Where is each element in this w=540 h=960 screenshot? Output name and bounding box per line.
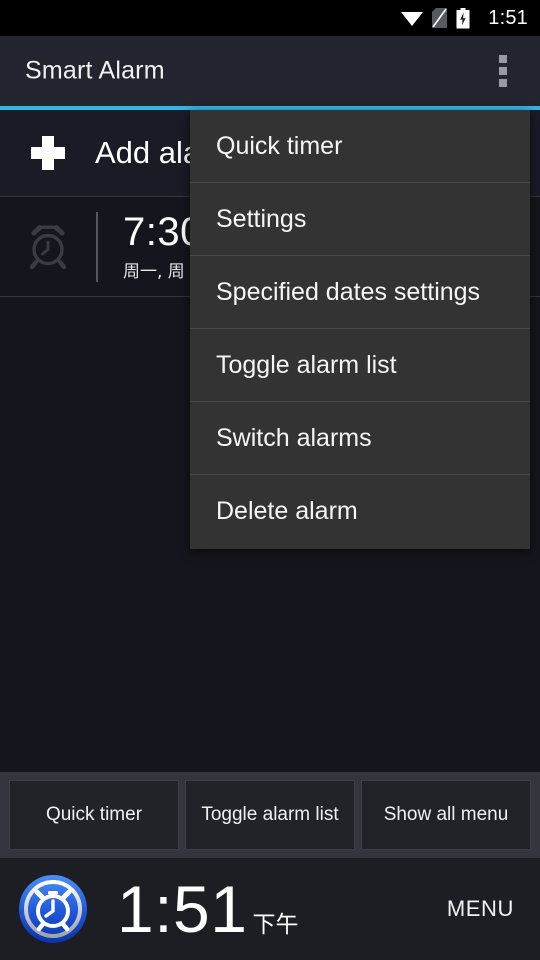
menu-item-toggle-alarm-list[interactable]: Toggle alarm list xyxy=(190,329,530,402)
menu-item-delete-alarm[interactable]: Delete alarm xyxy=(190,475,530,548)
no-sim-icon xyxy=(432,8,448,28)
quick-timer-button[interactable]: Quick timer xyxy=(9,780,179,850)
toggle-alarm-list-button[interactable]: Toggle alarm list xyxy=(185,780,355,850)
status-bar: 1:51 xyxy=(0,0,540,36)
menu-item-settings[interactable]: Settings xyxy=(190,183,530,256)
alarm-row-divider xyxy=(96,211,98,282)
menu-button[interactable]: MENU xyxy=(447,896,514,922)
wifi-icon xyxy=(401,10,424,26)
action-button-bar: Quick timer Toggle alarm list Show all m… xyxy=(0,772,540,858)
app-screen: 1:51 Smart Alarm Add alarm 7:30 周一, 周 Qu… xyxy=(0,0,540,960)
menu-item-switch-alarms[interactable]: Switch alarms xyxy=(190,402,530,475)
overflow-menu-icon[interactable] xyxy=(490,51,516,91)
overflow-dot xyxy=(499,55,507,63)
page-title: Smart Alarm xyxy=(25,56,165,85)
show-all-menu-button[interactable]: Show all menu xyxy=(361,780,531,850)
status-bar-icons: 1:51 xyxy=(401,7,528,30)
overflow-dot xyxy=(499,67,507,75)
blue-alarm-clock-icon[interactable] xyxy=(17,873,89,945)
plus-icon xyxy=(31,136,65,170)
clock-ampm: 下午 xyxy=(252,912,299,938)
bottom-clock-bar: 1:51 下午 MENU xyxy=(0,858,540,960)
overflow-dropdown-menu: Quick timer Settings Specified dates set… xyxy=(190,110,530,549)
battery-charging-icon xyxy=(456,7,470,29)
alarm-clock-icon xyxy=(25,224,71,270)
app-bar: Smart Alarm xyxy=(0,36,540,106)
status-bar-clock: 1:51 xyxy=(488,6,528,29)
menu-item-quick-timer[interactable]: Quick timer xyxy=(190,110,530,183)
menu-item-specified-dates-settings[interactable]: Specified dates settings xyxy=(190,256,530,329)
clock-display: 1:51 下午 xyxy=(117,876,298,942)
clock-time: 1:51 xyxy=(117,872,248,946)
overflow-dot xyxy=(499,79,507,87)
